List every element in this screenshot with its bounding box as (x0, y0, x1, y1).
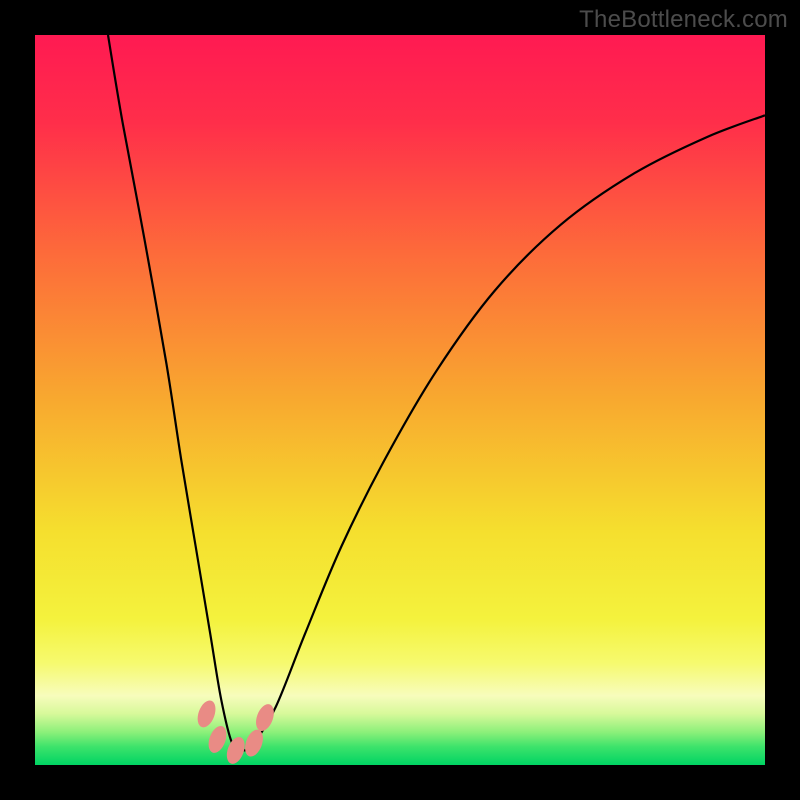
curve-marker (194, 698, 219, 730)
curve-marker (205, 724, 230, 756)
curve-layer (35, 35, 765, 765)
plot-area (35, 35, 765, 765)
watermark-text: TheBottleneck.com (579, 6, 788, 34)
curve-markers (194, 698, 277, 765)
chart-frame: TheBottleneck.com (0, 0, 800, 800)
curve-marker (253, 702, 278, 734)
bottleneck-curve (108, 35, 765, 750)
